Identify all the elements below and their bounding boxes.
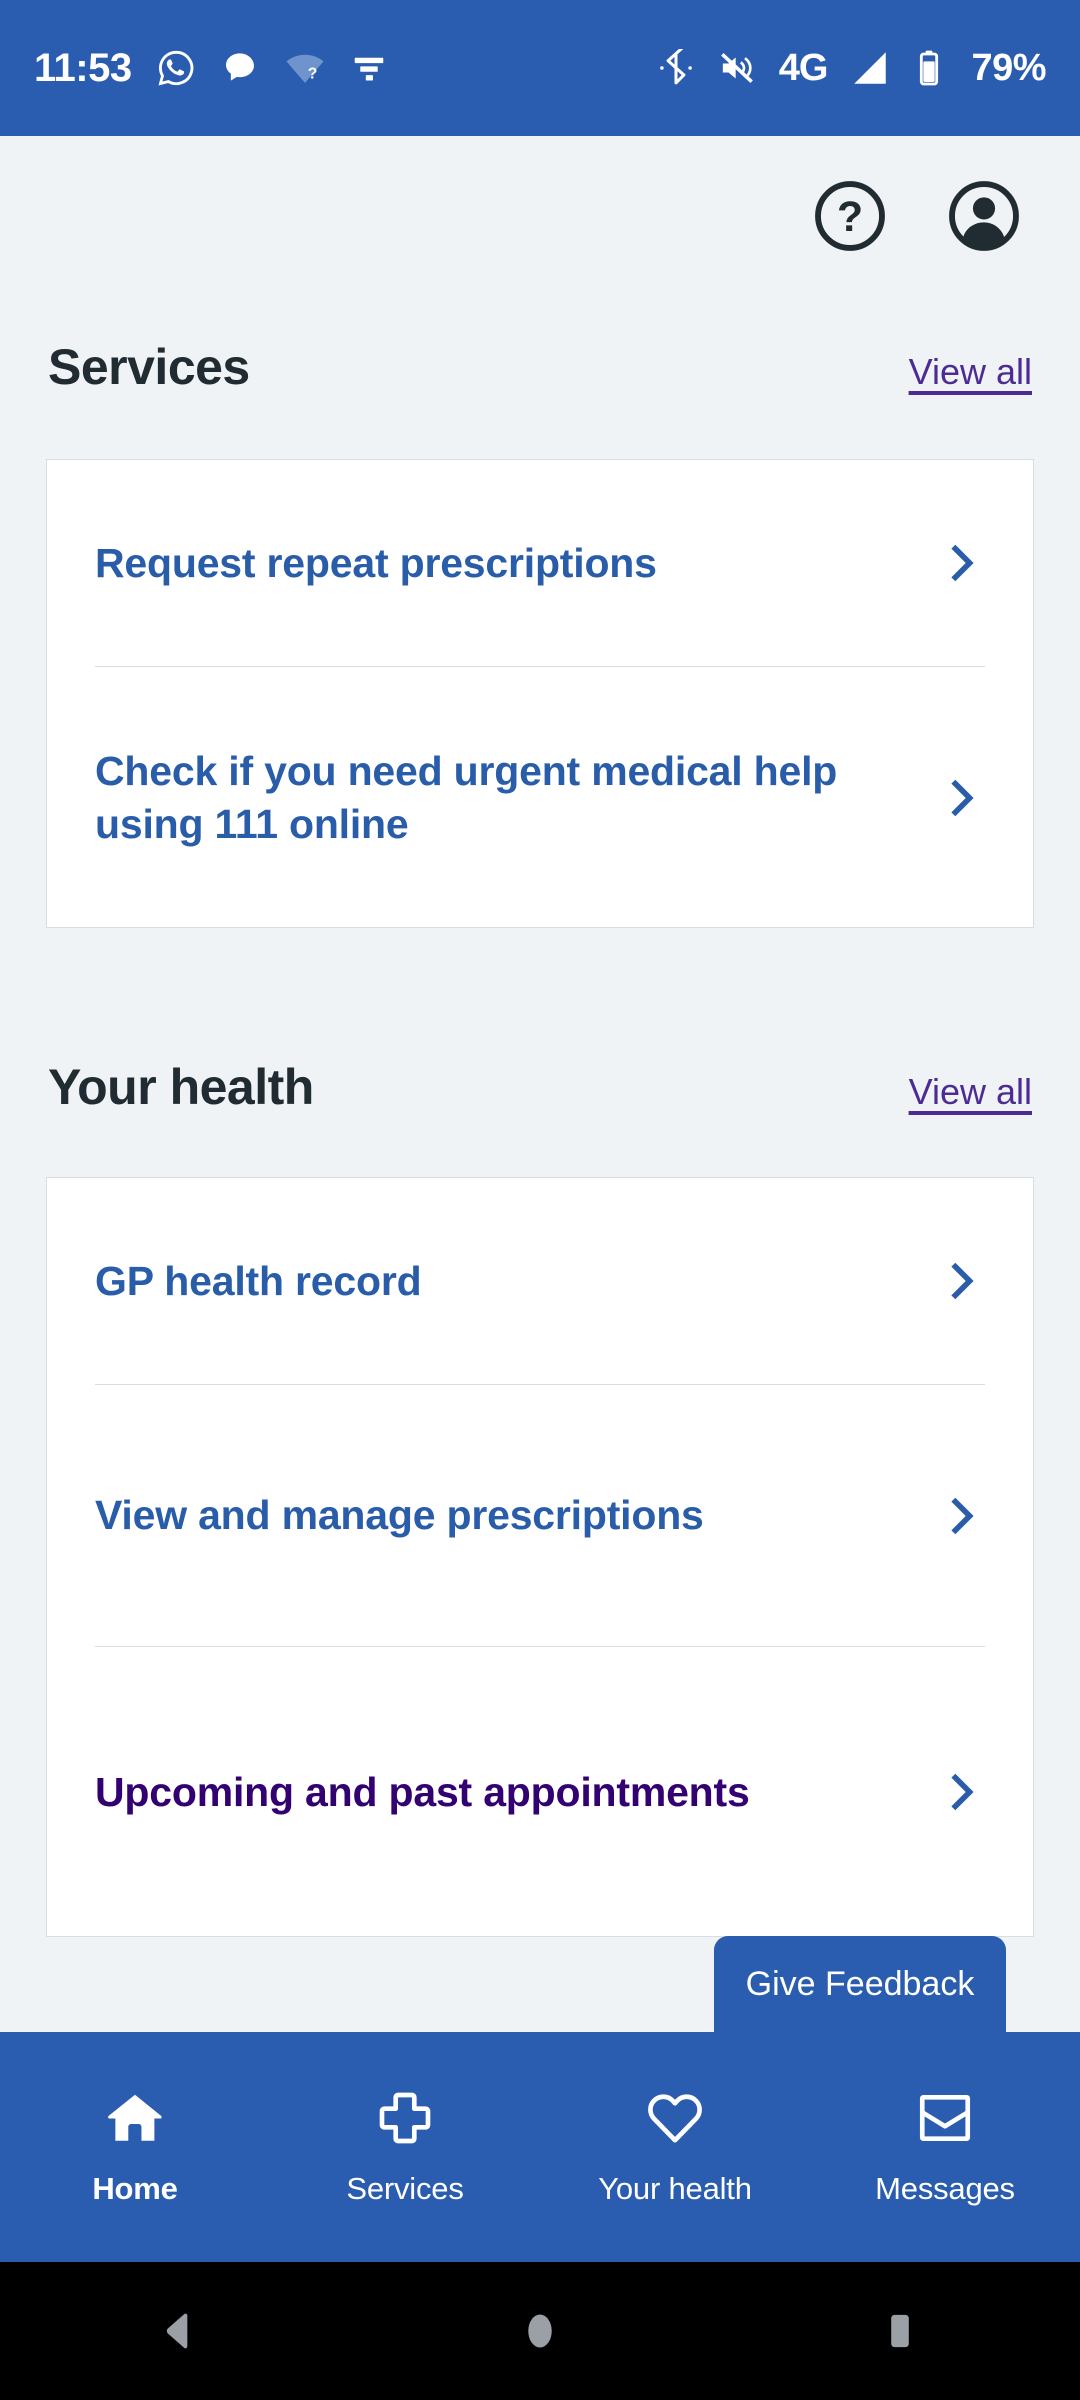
list-item-label: GP health record — [95, 1257, 422, 1304]
status-time: 11:53 — [34, 45, 132, 90]
home-icon — [108, 2094, 162, 2141]
ringer-muted-icon — [720, 53, 753, 83]
phone-screen: 11:53 ? 4G 79% ? Services View all Reque… — [0, 0, 1080, 2400]
battery-icon — [920, 50, 939, 86]
chevron-right-icon — [951, 1262, 974, 1300]
nav-item-your-health[interactable]: Your health — [540, 2032, 810, 2262]
your-health-card: GP health record View and manage prescri… — [46, 1177, 1034, 1937]
view-all-link-your-health[interactable]: View all — [909, 1071, 1032, 1113]
nav-item-label: Services — [346, 2171, 464, 2206]
status-bar-left: 11:53 ? — [34, 46, 388, 91]
list-item-label: Check if you need urgent medical help us… — [95, 748, 838, 847]
svg-text:?: ? — [837, 193, 863, 241]
give-feedback-label: Give Feedback — [745, 1964, 975, 2003]
list-item-view-manage-prescriptions[interactable]: View and manage prescriptions — [47, 1385, 1033, 1646]
heart-icon — [648, 2094, 702, 2143]
page-section-title: Services — [48, 339, 250, 395]
nav-item-label: Messages — [875, 2171, 1015, 2206]
view-all-link-services[interactable]: View all — [909, 351, 1032, 393]
chevron-right-icon — [951, 1773, 974, 1811]
whatsapp-icon — [158, 50, 193, 86]
section-header-your-health: Your health View all — [0, 1058, 1080, 1116]
battery-percent-label: 79% — [971, 46, 1046, 89]
nav-item-label: Home — [92, 2171, 178, 2206]
recents-square-icon — [891, 2314, 909, 2348]
give-feedback-tab[interactable]: Give Feedback — [714, 1936, 1006, 2032]
chevron-right-icon — [951, 544, 974, 582]
list-item-label: Request repeat prescriptions — [95, 539, 657, 586]
nav-item-home[interactable]: Home — [0, 2032, 270, 2262]
list-item-label: View and manage prescriptions — [95, 1492, 704, 1539]
status-bar-right: 4G 79% — [657, 47, 1046, 90]
nav-item-label: Your health — [598, 2171, 752, 2206]
wifi-unknown-icon: ? — [286, 54, 324, 83]
list-item-request-repeat-prescriptions[interactable]: Request repeat prescriptions — [47, 460, 1033, 666]
list-item-gp-health-record[interactable]: GP health record — [47, 1178, 1033, 1384]
android-back-button[interactable] — [80, 2262, 280, 2400]
signal-icon — [854, 52, 887, 84]
android-home-button[interactable] — [440, 2262, 640, 2400]
back-triangle-icon — [166, 2313, 188, 2349]
nav-item-services[interactable]: Services — [270, 2032, 540, 2262]
section-header-services: Services View all — [0, 338, 1080, 396]
svg-text:?: ? — [307, 66, 317, 83]
network-type-label: 4G — [778, 46, 829, 89]
messages-icon — [225, 53, 254, 81]
plus-cross-icon — [379, 2092, 431, 2144]
nav-item-messages[interactable]: Messages — [810, 2032, 1080, 2262]
chevron-right-icon — [951, 1497, 974, 1534]
account-circle-icon[interactable] — [946, 178, 1022, 254]
services-card: Request repeat prescriptions Check if yo… — [46, 459, 1034, 928]
envelope-open-icon — [919, 2095, 971, 2141]
android-navigation-bar — [0, 2262, 1080, 2400]
bluetooth-icon — [659, 49, 692, 85]
app-header: ? — [0, 136, 1080, 296]
page-section-title: Your health — [48, 1059, 314, 1115]
status-bar: 11:53 ? 4G 79% — [0, 0, 1080, 136]
list-item-upcoming-past-appointments[interactable]: Upcoming and past appointments — [47, 1647, 1033, 1937]
bottom-navigation-bar: Home Services Your health Messages — [0, 2032, 1080, 2262]
android-recents-button[interactable] — [800, 2262, 1000, 2400]
list-item-check-urgent-help-111[interactable]: Check if you need urgent medical help us… — [47, 667, 1033, 928]
help-circle-icon[interactable]: ? — [812, 178, 888, 254]
home-circle-icon — [528, 2314, 552, 2348]
data-saver-icon — [354, 57, 383, 81]
chevron-right-icon — [951, 779, 974, 816]
list-item-label: Upcoming and past appointments — [95, 1768, 750, 1815]
